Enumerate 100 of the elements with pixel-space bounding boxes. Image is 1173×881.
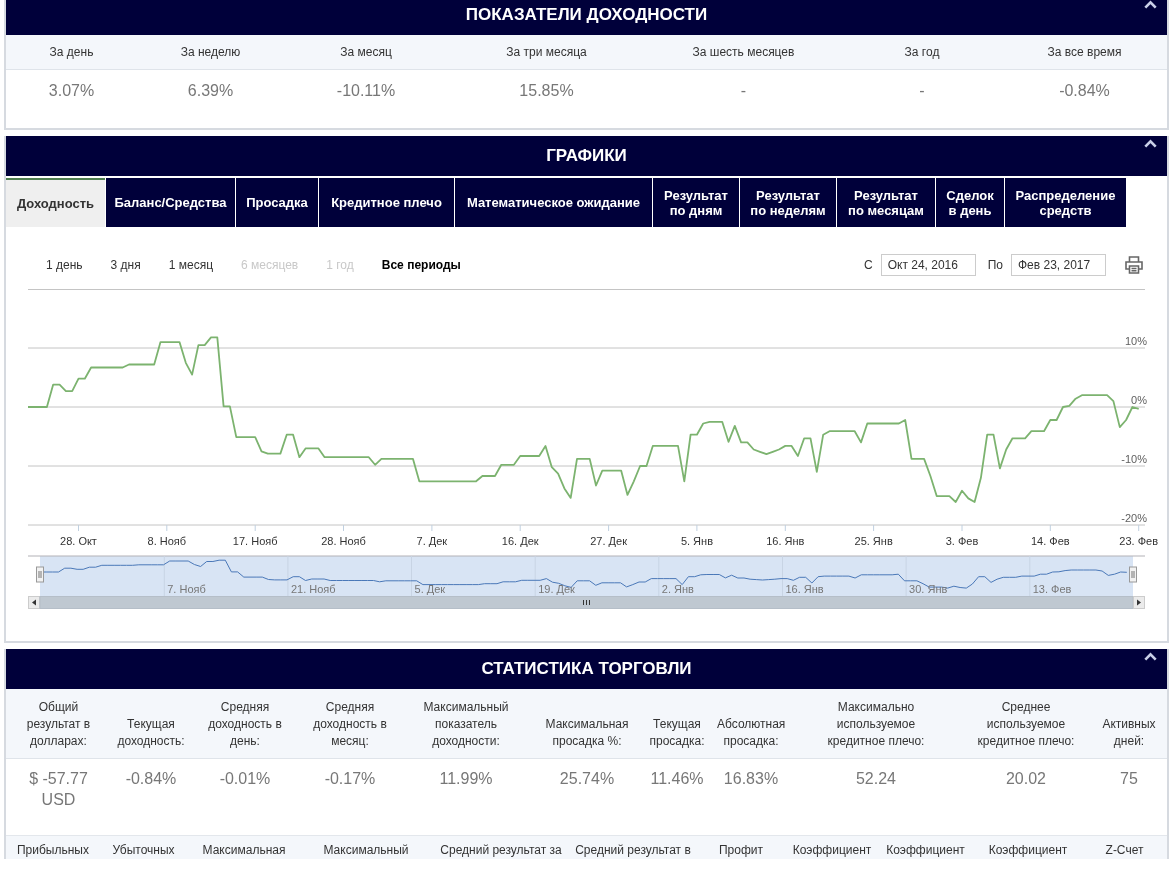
- column-header: За день: [49, 44, 94, 59]
- column-header: Убыточных: [112, 843, 175, 857]
- tab[interactable]: Результат по дням: [653, 178, 739, 227]
- navigator-date-label: 7. Нояб: [167, 583, 206, 595]
- tab[interactable]: Результат по неделям: [740, 178, 836, 227]
- chevron-up-icon[interactable]: [1144, 652, 1157, 661]
- x-axis-label: 8. Нояб: [147, 535, 187, 547]
- column-header: За все время: [1047, 44, 1122, 59]
- column-header: Средний результат в: [575, 843, 691, 857]
- x-axis-label: 27. Дек: [590, 535, 627, 547]
- column-header: Общий результат в долларах:: [26, 700, 91, 748]
- tab[interactable]: Доходность: [6, 178, 105, 227]
- column-header: Максимально используемое кредитное плечо:: [827, 700, 925, 748]
- navigator-date-label: 2. Янв: [661, 583, 694, 595]
- x-axis-label: 14. Фев: [1031, 535, 1070, 547]
- column-header: Коэффициент: [886, 843, 965, 857]
- column-header: Текущая доходность:: [117, 717, 185, 748]
- table-cell: 6.39%: [187, 82, 234, 99]
- column-header: Коэффициент: [988, 843, 1068, 857]
- table-cell: 11.99%: [439, 770, 493, 787]
- column-header: Коэффициент: [792, 843, 872, 857]
- column-header: Максимальный показатель доходности:: [423, 700, 509, 748]
- scroll-left-button[interactable]: [28, 596, 40, 609]
- table-cell: -0.84%: [125, 770, 177, 787]
- table-cell: $ -57.77 USD: [29, 770, 88, 808]
- table-cell: 75: [1120, 770, 1138, 787]
- x-axis-label: 5. Янв: [680, 535, 713, 547]
- tab[interactable]: Сделок в день: [936, 178, 1004, 227]
- x-axis-label: 25. Янв: [854, 535, 893, 547]
- range-button[interactable]: 1 месяц: [162, 255, 219, 275]
- column-header: Максимальная: [202, 843, 286, 857]
- range-button[interactable]: 3 дня: [104, 255, 147, 275]
- table-cell: -0.01%: [219, 770, 271, 787]
- panel-title: ПОКАЗАТЕЛИ ДОХОДНОСТИ: [465, 4, 708, 26]
- x-axis-label: 28. Нояб: [321, 535, 366, 547]
- column-header: За год: [904, 44, 940, 59]
- column-header: Профит: [718, 843, 763, 857]
- table-cell: 52.24: [855, 770, 896, 787]
- tab[interactable]: Кредитное плечо: [319, 178, 454, 227]
- tab[interactable]: Результат по месяцам: [837, 178, 935, 227]
- column-header: Абсолютная просадка:: [717, 717, 786, 748]
- x-axis-label: 16. Янв: [766, 535, 805, 547]
- column-header: За три месяца: [506, 44, 587, 59]
- y-axis-label: 0%: [1131, 394, 1147, 406]
- navigator-date-label: 19. Дек: [538, 583, 575, 595]
- navigator-date-label: 21. Нояб: [290, 583, 336, 595]
- table-cell: 16.83%: [723, 770, 779, 787]
- scroll-right-button[interactable]: [1133, 596, 1145, 609]
- x-axis-label: 23. Фев: [1119, 535, 1159, 547]
- y-axis-label: -10%: [1121, 453, 1147, 465]
- date-field[interactable]: Окт 24, 2016: [880, 254, 976, 276]
- panel-title: ГРАФИКИ: [546, 145, 627, 167]
- table-cell: 25.74%: [559, 770, 615, 787]
- range-button[interactable]: Все периоды: [375, 255, 467, 275]
- x-axis-label: 28. Окт: [60, 535, 97, 547]
- table-cell: 3.07%: [48, 82, 95, 99]
- x-axis-label: 17. Нояб: [232, 535, 278, 547]
- column-header: Текущая просадка:: [649, 717, 705, 748]
- navigator-date-label: 16. Янв: [785, 583, 824, 595]
- tab[interactable]: Баланс/Средства: [106, 178, 235, 227]
- x-axis-label: 3. Фев: [945, 535, 979, 547]
- column-header: Средняя доходность в месяц:: [313, 700, 387, 748]
- tab[interactable]: Математическое ожидание: [455, 178, 652, 227]
- chevron-up-icon[interactable]: [1144, 139, 1157, 148]
- column-header: Максимальная просадка %:: [545, 717, 629, 748]
- table-cell: -10.11%: [336, 82, 396, 99]
- column-header: За неделю: [180, 44, 241, 59]
- column-header: Среднее используемое кредитное плечо:: [977, 700, 1075, 748]
- column-header: Максимальный: [323, 843, 409, 857]
- tab[interactable]: Просадка: [236, 178, 318, 227]
- x-axis-label: 7. Дек: [416, 535, 448, 547]
- printer-icon[interactable]: [1125, 256, 1143, 274]
- tab[interactable]: Распределение средств: [1005, 178, 1126, 227]
- column-header: Средний результат за: [440, 843, 562, 857]
- column-header: За шесть месяцев: [692, 44, 795, 59]
- x-axis-label: 16. Дек: [501, 535, 539, 547]
- scrollbar-thumb[interactable]: [39, 596, 1134, 609]
- navigator-handle[interactable]: [1129, 566, 1137, 583]
- navigator-date-label: 5. Дек: [414, 583, 446, 595]
- field-label: По: [987, 257, 1003, 274]
- y-axis-label: 10%: [1124, 335, 1147, 347]
- table-cell: 20.02: [1005, 770, 1046, 787]
- date-field[interactable]: Фев 23, 2017: [1011, 254, 1106, 276]
- y-axis-label: -20%: [1121, 512, 1147, 524]
- column-header: Прибыльных: [17, 843, 89, 857]
- navigator-handle[interactable]: [36, 566, 44, 583]
- table-cell: -0.84%: [1059, 82, 1110, 99]
- table-cell: -: [919, 82, 925, 99]
- column-header: Z-Счет: [1105, 843, 1144, 857]
- table-cell: -: [740, 82, 747, 99]
- column-header: За месяц: [340, 44, 392, 59]
- column-header: Средняя доходность в день:: [208, 700, 282, 748]
- column-header: Активных дней:: [1102, 717, 1156, 748]
- field-label: С: [864, 257, 873, 274]
- chevron-up-icon[interactable]: [1144, 0, 1157, 9]
- range-button[interactable]: 1 день: [40, 255, 89, 275]
- table-cell: -0.17%: [324, 770, 376, 787]
- navigator-date-label: 13. Фев: [1032, 583, 1072, 595]
- panel-title: СТАТИСТИКА ТОРГОВЛИ: [481, 658, 692, 680]
- table-cell: 15.85%: [519, 82, 574, 99]
